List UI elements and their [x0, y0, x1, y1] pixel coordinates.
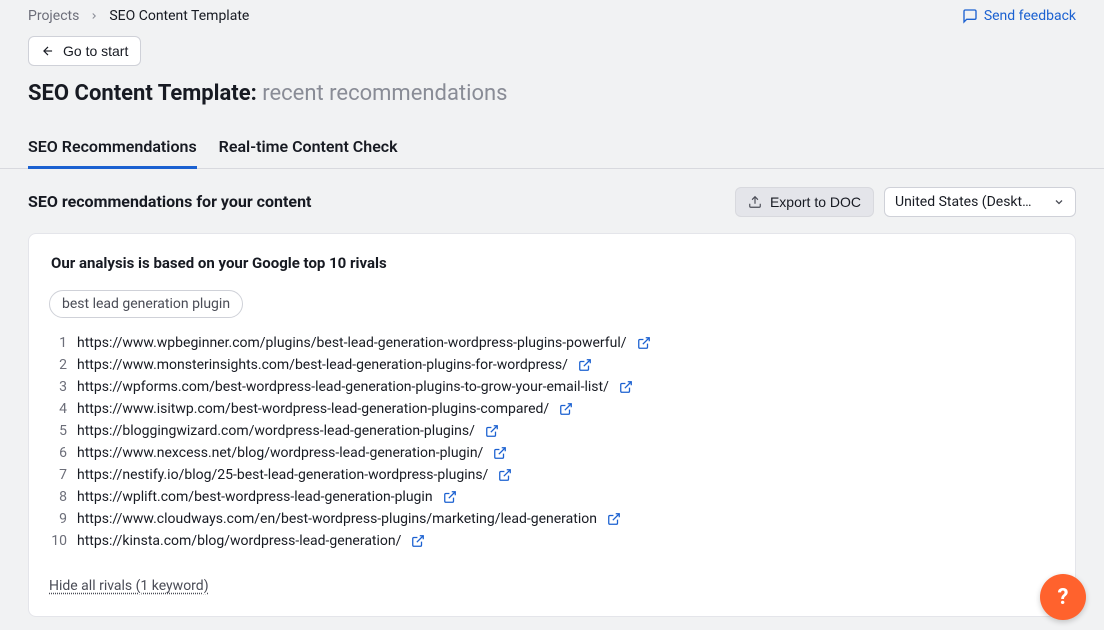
page-title: SEO Content Template: recent recommendat… [28, 80, 1076, 109]
help-button[interactable]: ? [1040, 574, 1086, 620]
rival-url: https://www.cloudways.com/en/best-wordpr… [77, 511, 597, 527]
external-link-icon[interactable] [443, 490, 457, 504]
keyword-chip[interactable]: best lead generation plugin [49, 290, 243, 318]
external-link-icon[interactable] [485, 424, 499, 438]
rival-number: 8 [49, 489, 67, 505]
send-feedback-link[interactable]: Send feedback [962, 8, 1076, 24]
rival-row: 1 https://www.wpbeginner.com/plugins/best… [49, 332, 1055, 354]
rival-url: https://www.nexcess.net/blog/wordpress-l… [77, 445, 483, 461]
rival-url: https://bloggingwizard.com/wordpress-lea… [77, 423, 475, 439]
rival-url: https://nestify.io/blog/25-best-lead-gen… [77, 467, 488, 483]
rival-number: 7 [49, 467, 67, 483]
go-to-start-button[interactable]: Go to start [28, 36, 141, 66]
country-select[interactable]: United States (Deskt… [884, 187, 1076, 217]
rival-row: 9 https://www.cloudways.com/en/best-wordp… [49, 508, 1055, 530]
export-to-doc-button[interactable]: Export to DOC [735, 187, 874, 217]
external-link-icon[interactable] [411, 534, 425, 548]
external-link-icon[interactable] [619, 380, 633, 394]
external-link-icon[interactable] [637, 336, 651, 350]
chevron-right-icon [89, 11, 99, 21]
external-link-icon[interactable] [578, 358, 592, 372]
external-link-icon[interactable] [498, 468, 512, 482]
upload-icon [748, 195, 762, 209]
external-link-icon[interactable] [559, 402, 573, 416]
rival-number: 9 [49, 511, 67, 527]
feedback-icon [962, 8, 978, 24]
rival-row: 3 https://wpforms.com/best-wordpress-lead… [49, 376, 1055, 398]
rival-row: 4 https://www.isitwp.com/best-wordpress-l… [49, 398, 1055, 420]
external-link-icon[interactable] [493, 446, 507, 460]
rival-row: 6 https://www.nexcess.net/blog/wordpress-… [49, 442, 1055, 464]
rival-number: 4 [49, 401, 67, 417]
rival-row: 2 https://www.monsterinsights.com/best-le… [49, 354, 1055, 376]
hide-rivals-link[interactable]: Hide all rivals (1 keyword) [49, 578, 209, 594]
rival-number: 1 [49, 335, 67, 351]
section-title: SEO recommendations for your content [28, 192, 311, 211]
rival-url: https://wpforms.com/best-wordpress-lead-… [77, 379, 609, 395]
rival-url: https://www.isitwp.com/best-wordpress-le… [77, 401, 549, 417]
rival-row: 10 https://kinsta.com/blog/wordpress-lead… [49, 530, 1055, 552]
feedback-label: Send feedback [984, 8, 1076, 24]
rival-row: 5 https://bloggingwizard.com/wordpress-le… [49, 420, 1055, 442]
tab-realtime-content-check[interactable]: Real-time Content Check [219, 137, 398, 168]
rival-url: https://www.wpbeginner.com/plugins/best-… [77, 335, 627, 351]
rival-url: https://kinsta.com/blog/wordpress-lead-g… [77, 533, 401, 549]
export-label: Export to DOC [770, 194, 861, 210]
go-to-start-label: Go to start [63, 43, 128, 59]
rival-row: 7 https://nestify.io/blog/25-best-lead-ge… [49, 464, 1055, 486]
external-link-icon[interactable] [607, 512, 621, 526]
card-title: Our analysis is based on your Google top… [49, 254, 1055, 272]
breadcrumb: Projects SEO Content Template [28, 8, 249, 24]
rival-number: 3 [49, 379, 67, 395]
rival-row: 8 https://wplift.com/best-wordpress-lead-… [49, 486, 1055, 508]
chevron-down-icon [1053, 196, 1065, 208]
rival-url: https://wplift.com/best-wordpress-lead-g… [77, 489, 433, 505]
rival-number: 5 [49, 423, 67, 439]
page-title-main: SEO Content Template: [28, 81, 257, 106]
rival-number: 2 [49, 357, 67, 373]
arrow-left-icon [41, 44, 55, 58]
rival-number: 6 [49, 445, 67, 461]
rival-url: https://www.monsterinsights.com/best-lea… [77, 357, 568, 373]
breadcrumb-projects[interactable]: Projects [28, 8, 79, 24]
rivals-card: Our analysis is based on your Google top… [28, 233, 1076, 617]
country-selected-label: United States (Deskt… [895, 194, 1031, 210]
breadcrumb-current: SEO Content Template [109, 8, 249, 24]
rival-number: 10 [49, 533, 67, 549]
page-title-sub: recent recommendations [262, 81, 507, 106]
tab-seo-recommendations[interactable]: SEO Recommendations [28, 137, 197, 168]
